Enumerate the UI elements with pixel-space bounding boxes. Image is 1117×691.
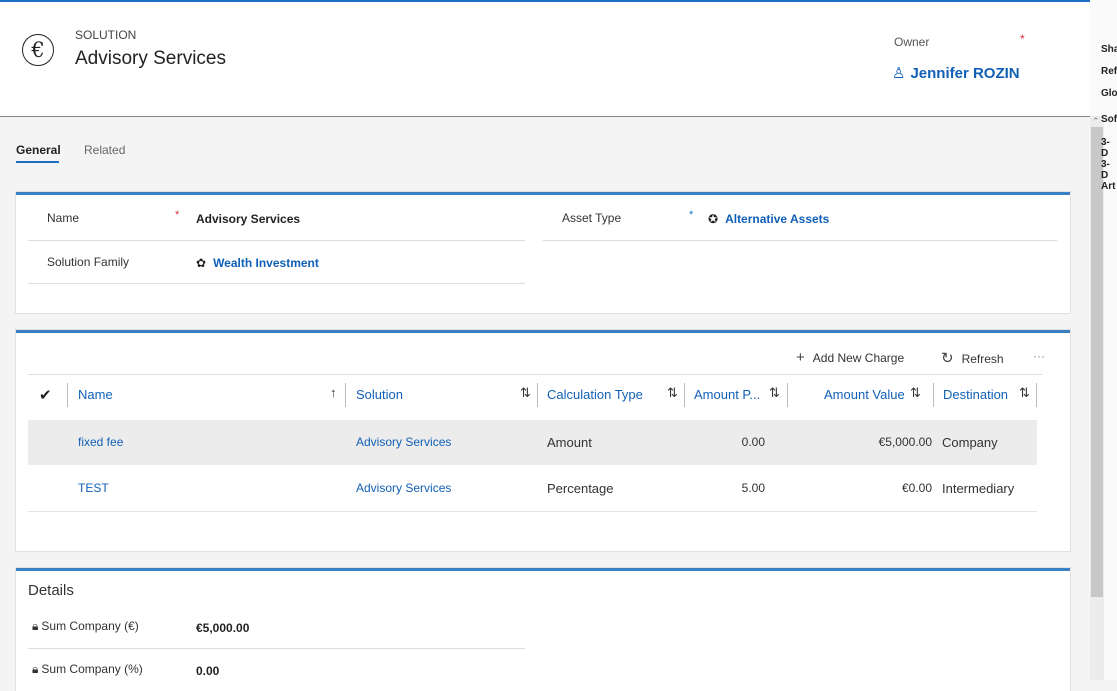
name-field[interactable]: Advisory Services xyxy=(196,212,300,226)
owner-required-mark: * xyxy=(1020,32,1025,46)
sort-icon[interactable]: ⇅ xyxy=(769,385,780,401)
column-header-destination[interactable]: Destination xyxy=(943,387,1008,402)
column-separator xyxy=(1036,383,1037,407)
entity-type-label: SOLUTION xyxy=(75,28,137,42)
column-separator xyxy=(67,383,68,407)
asset-type-label: Asset Type xyxy=(562,211,622,225)
sum-company-eur-label-text: Sum Company (€) xyxy=(41,619,139,633)
sum-company-pct-value: 0.00 xyxy=(196,664,220,678)
side-list-item[interactable]: 3-D xyxy=(1101,159,1117,181)
name-label: Name xyxy=(47,211,80,225)
name-required-mark: * xyxy=(175,209,180,221)
sum-company-eur-label: 🔒︎ Sum Company (€) xyxy=(32,619,139,634)
side-list-item[interactable]: Sof xyxy=(1101,114,1117,125)
general-section: Name * Advisory Services Solution Family… xyxy=(16,192,1070,313)
sum-company-pct-label: 🔒︎ Sum Company (%) xyxy=(32,662,143,677)
sort-ascending-icon[interactable]: ↑ xyxy=(330,385,337,400)
select-all-check-icon[interactable]: ✔ xyxy=(39,386,52,404)
amount-p-cell: 0.00 xyxy=(741,435,765,449)
table-row[interactable]: TEST Advisory Services Percentage 5.00 €… xyxy=(28,466,1037,512)
amount-p-cell: 5.00 xyxy=(741,481,765,495)
column-header-amount-value[interactable]: Amount Value xyxy=(824,387,905,402)
refresh-icon: ↻ xyxy=(941,350,954,367)
tab-general[interactable]: General xyxy=(16,143,61,157)
person-icon: ♙ xyxy=(892,65,906,82)
sum-company-eur-value: €5,000.00 xyxy=(196,621,250,635)
add-new-charge-button[interactable]: + Add New Charge xyxy=(796,349,904,366)
more-commands-button[interactable]: ··· xyxy=(1033,349,1045,363)
plus-icon: + xyxy=(796,349,805,366)
sort-icon[interactable]: ⇅ xyxy=(520,385,531,401)
tab-general-underline xyxy=(16,161,59,163)
column-header-name[interactable]: Name xyxy=(78,387,113,402)
column-header-calculation-type[interactable]: Calculation Type xyxy=(547,387,643,402)
divider xyxy=(543,240,1057,241)
table-row[interactable]: fixed fee Advisory Services Amount 0.00 … xyxy=(28,420,1037,465)
divider xyxy=(28,283,525,284)
column-separator xyxy=(537,383,538,407)
owner-label: Owner xyxy=(894,35,930,49)
calculation-type-cell: Amount xyxy=(547,435,592,450)
column-separator xyxy=(345,383,346,407)
destination-cell: Intermediary xyxy=(942,481,1015,496)
destination-cell: Company xyxy=(942,435,998,450)
asset-type-required-mark: * xyxy=(689,209,694,221)
page-title: Advisory Services xyxy=(75,48,226,69)
details-section: Details 🔒︎ Sum Company (€) €5,000.00 🔒︎ Su… xyxy=(16,568,1070,691)
solution-family-label: Solution Family xyxy=(47,255,130,269)
owner-link[interactable]: ♙ Jennifer ROZIN xyxy=(892,64,1020,82)
side-list-item[interactable]: Ref xyxy=(1101,66,1117,77)
charge-name-link[interactable]: TEST xyxy=(78,481,109,495)
asset-type-link[interactable]: ✪ Alternative Assets xyxy=(708,212,829,226)
family-icon: ✿ xyxy=(196,256,207,270)
calculation-type-cell: Percentage xyxy=(547,481,614,496)
lock-icon: 🔒︎ xyxy=(32,619,39,633)
add-new-charge-label: Add New Charge xyxy=(812,351,905,365)
refresh-button[interactable]: ↻ Refresh xyxy=(941,349,1004,367)
record-header: € SOLUTION Advisory Services Owner * ♙ Je… xyxy=(0,2,1090,117)
divider xyxy=(28,648,525,649)
column-separator xyxy=(684,383,685,407)
sort-icon[interactable]: ⇅ xyxy=(667,385,678,401)
charge-name-link[interactable]: fixed fee xyxy=(78,435,123,449)
sort-icon[interactable]: ⇅ xyxy=(910,385,921,401)
grid-top-line xyxy=(28,374,1042,375)
refresh-label: Refresh xyxy=(961,352,1004,366)
solution-family-link[interactable]: ✿ Wealth Investment xyxy=(196,256,319,270)
details-title: Details xyxy=(28,582,74,599)
amount-value-cell: €5,000.00 xyxy=(878,435,932,449)
side-list-item[interactable]: Art xyxy=(1101,181,1115,192)
solution-family-value[interactable]: Wealth Investment xyxy=(213,256,319,270)
lock-icon: 🔒︎ xyxy=(32,662,39,676)
column-header-amount-p[interactable]: Amount P... xyxy=(694,387,760,402)
amount-value-cell: €0.00 xyxy=(901,481,932,495)
tab-related[interactable]: Related xyxy=(84,143,125,157)
charges-subgrid: + Add New Charge ↻ Refresh ··· ✔ Name ↑ So… xyxy=(16,330,1070,551)
owner-name[interactable]: Jennifer ROZIN xyxy=(910,65,1019,82)
sort-icon[interactable]: ⇅ xyxy=(1019,385,1030,401)
column-separator xyxy=(787,383,788,407)
side-list-item[interactable]: Sha xyxy=(1101,44,1117,55)
solution-link[interactable]: Advisory Services xyxy=(356,481,451,495)
column-header-solution[interactable]: Solution xyxy=(356,387,403,402)
globe-icon: ✪ xyxy=(708,212,719,226)
euro-icon: € xyxy=(22,34,54,66)
scroll-up-icon[interactable]: ⌃ xyxy=(1092,116,1100,127)
side-list-item[interactable]: Glo xyxy=(1101,88,1117,99)
sum-company-pct-label-text: Sum Company (%) xyxy=(41,662,143,676)
divider xyxy=(28,240,525,241)
side-list-item[interactable]: 3-D xyxy=(1101,137,1117,159)
solution-link[interactable]: Advisory Services xyxy=(356,435,451,449)
asset-type-value[interactable]: Alternative Assets xyxy=(725,212,829,226)
scrollbar-thumb[interactable] xyxy=(1091,127,1103,597)
column-separator xyxy=(933,383,934,407)
